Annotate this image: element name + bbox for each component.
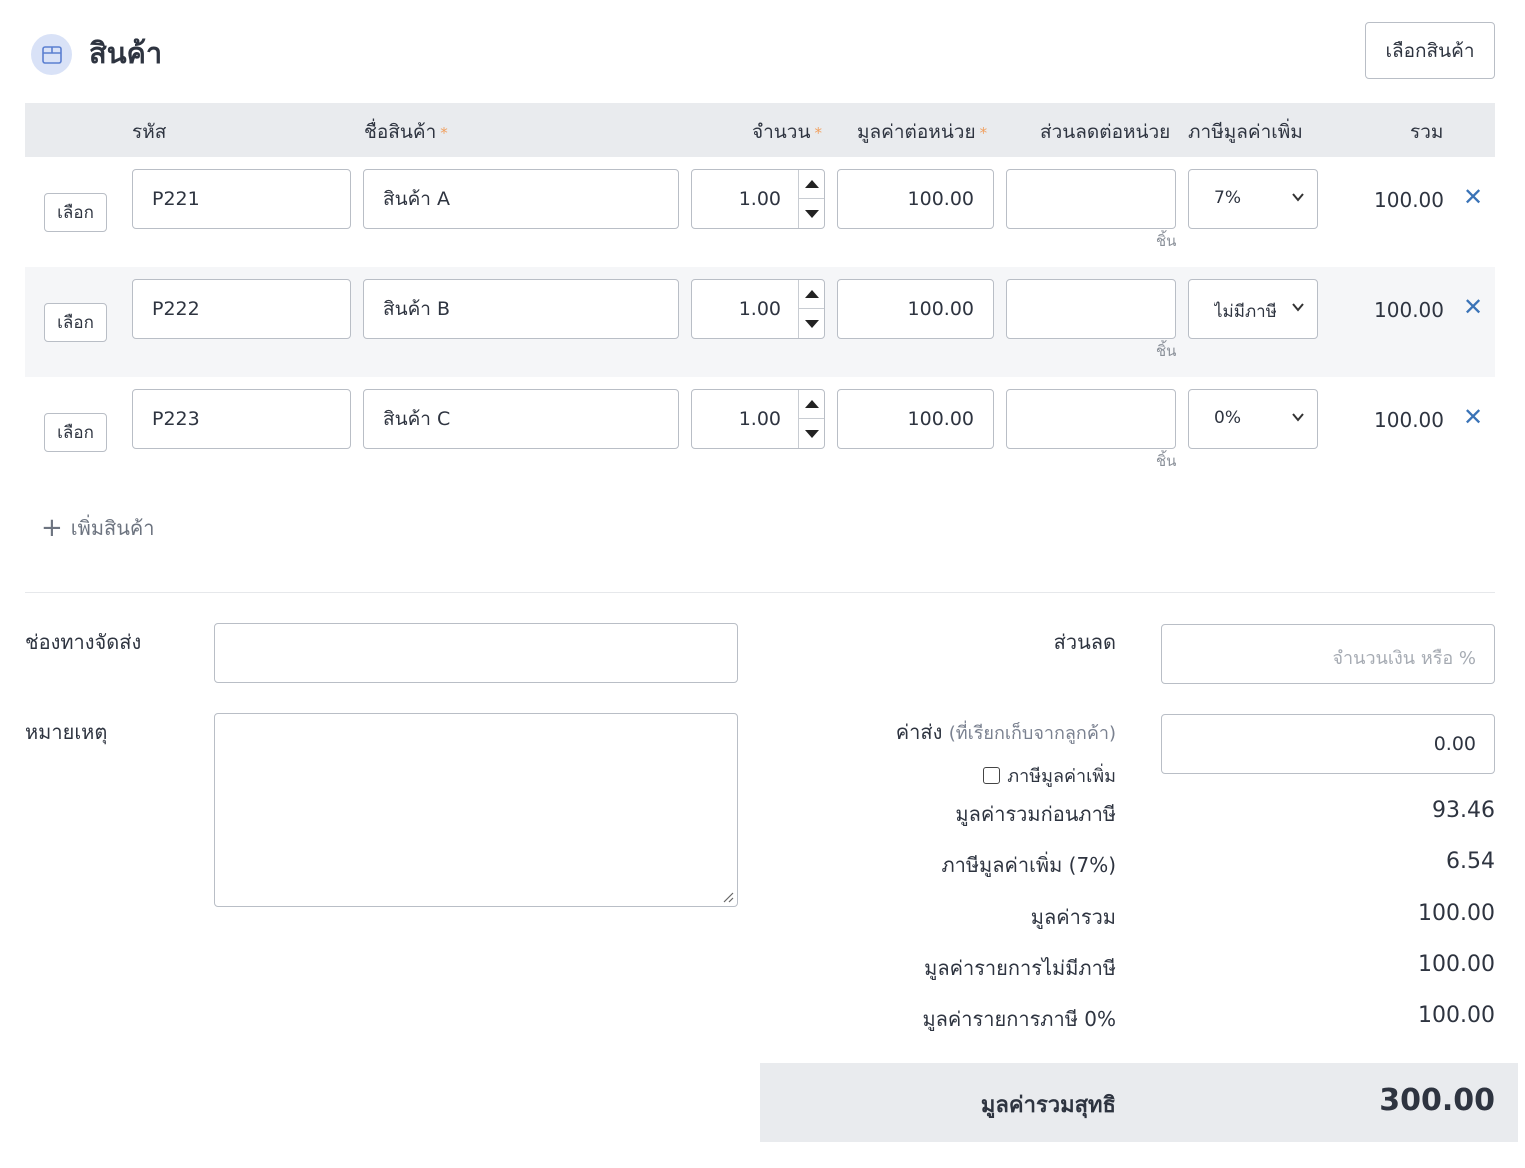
- column-name: ชื่อสินค้า *: [364, 121, 448, 143]
- shipping-fee-hint: (ที่เรียกเก็บจากลูกค้า): [948, 723, 1116, 744]
- remove-row-icon[interactable]: ✕: [1463, 293, 1483, 321]
- net-total-bar: มูลค่ารวมสุทธิ 300.00: [760, 1063, 1518, 1142]
- required-mark: *: [814, 124, 822, 142]
- unit-price-input[interactable]: 100.00: [837, 279, 994, 339]
- add-product-label: เพิ่มสินค้า: [70, 516, 155, 540]
- zero-vat-value: 100.00: [1418, 1003, 1495, 1028]
- note-label: หมายเหตุ: [25, 720, 108, 744]
- chevron-down-icon: [1292, 303, 1304, 312]
- pick-product-button[interactable]: เลือก: [44, 303, 107, 342]
- select-product-button[interactable]: เลือกสินค้า: [1365, 22, 1495, 79]
- pick-product-button[interactable]: เลือก: [44, 193, 107, 232]
- column-code: รหัส: [132, 121, 167, 143]
- product-section-icon: [31, 34, 72, 75]
- vat-select[interactable]: 7%: [1188, 169, 1318, 229]
- discount-field[interactable]: จำนวนเงิน หรือ %: [1161, 624, 1495, 684]
- column-vat: ภาษีมูลค่าเพิ่ม: [1188, 121, 1303, 143]
- table-row: เลือก P223 สินค้า C 1.00 100.00 ชิ้น 0% …: [25, 377, 1495, 487]
- row-total: 100.00: [1374, 298, 1444, 322]
- divider: [25, 592, 1495, 593]
- pre-tax-value: 93.46: [1432, 798, 1495, 823]
- discount-placeholder: จำนวนเงิน หรือ %: [1332, 648, 1476, 669]
- product-code-input[interactable]: P222: [132, 279, 351, 339]
- pick-product-button[interactable]: เลือก: [44, 413, 107, 452]
- row-total: 100.00: [1374, 408, 1444, 432]
- non-vat-value: 100.00: [1418, 952, 1495, 977]
- table-row: เลือก P222 สินค้า B 1.00 100.00 ชิ้น ไม่…: [25, 267, 1495, 377]
- increment-button[interactable]: [799, 390, 824, 419]
- vat-select[interactable]: 0%: [1188, 389, 1318, 449]
- total-label: มูลค่ารวม: [1030, 905, 1116, 929]
- decrement-button[interactable]: [799, 309, 824, 338]
- table-header: รหัส ชื่อสินค้า * จำนวน * มูลค่าต่อหน่วย * …: [25, 103, 1495, 157]
- required-mark: *: [979, 124, 988, 142]
- unit-price-input[interactable]: 100.00: [837, 389, 994, 449]
- section-title: สินค้า: [89, 36, 163, 70]
- unit-price-input[interactable]: 100.00: [837, 169, 994, 229]
- increment-button[interactable]: [799, 280, 824, 309]
- decrement-button[interactable]: [799, 419, 824, 448]
- discount-input[interactable]: [1006, 389, 1176, 449]
- quantity-stepper[interactable]: 1.00: [691, 389, 825, 449]
- unit-label: ชิ้น: [1156, 342, 1177, 360]
- zero-vat-label: มูลค่ารายการภาษี 0%: [922, 1007, 1116, 1031]
- pre-tax-label: มูลค่ารวมก่อนภาษี: [955, 802, 1116, 826]
- box-icon: [41, 45, 62, 64]
- checkbox-icon[interactable]: [983, 767, 1001, 784]
- product-name-input[interactable]: สินค้า C: [363, 389, 679, 449]
- unit-label: ชิ้น: [1156, 452, 1177, 470]
- vat-select[interactable]: ไม่มีภาษี: [1188, 279, 1318, 339]
- column-unit-price: มูลค่าต่อหน่วย *: [857, 121, 988, 143]
- shipping-vat-checkbox[interactable]: ภาษีมูลค่าเพิ่ม: [983, 761, 1116, 790]
- shipping-channel-label: ช่องทางจัดส่ง: [25, 630, 142, 654]
- product-code-input[interactable]: P223: [132, 389, 351, 449]
- increment-button[interactable]: [799, 170, 824, 199]
- product-name-input[interactable]: สินค้า B: [363, 279, 679, 339]
- product-name-input[interactable]: สินค้า A: [363, 169, 679, 229]
- shipping-fee-input[interactable]: 0.00: [1161, 714, 1495, 774]
- total-value: 100.00: [1418, 901, 1495, 926]
- discount-input[interactable]: [1006, 279, 1176, 339]
- discount-input[interactable]: [1006, 169, 1176, 229]
- table-row: เลือก P221 สินค้า A 1.00 100.00 ชิ้น 7% …: [25, 157, 1495, 267]
- column-qty: จำนวน *: [752, 121, 822, 143]
- add-product-button[interactable]: + เพิ่มสินค้า: [41, 512, 155, 544]
- required-mark: *: [440, 124, 448, 142]
- vat-value: 6.54: [1446, 849, 1495, 874]
- net-total-value: 300.00: [1379, 1083, 1495, 1118]
- product-code-input[interactable]: P221: [132, 169, 351, 229]
- shipping-channel-input[interactable]: [214, 623, 738, 683]
- quantity-stepper[interactable]: 1.00: [691, 279, 825, 339]
- non-vat-label: มูลค่ารายการไม่มีภาษี: [924, 956, 1116, 980]
- plus-icon: +: [41, 513, 63, 543]
- shipping-fee-label: ค่าส่ง (ที่เรียกเก็บจากลูกค้า): [895, 720, 1116, 744]
- column-discount: ส่วนลดต่อหน่วย: [1040, 121, 1171, 143]
- unit-label: ชิ้น: [1156, 232, 1177, 250]
- vat-label: ภาษีมูลค่าเพิ่ม (7%): [941, 853, 1116, 877]
- quantity-stepper[interactable]: 1.00: [691, 169, 825, 229]
- note-textarea[interactable]: [214, 713, 738, 907]
- remove-row-icon[interactable]: ✕: [1463, 403, 1483, 431]
- row-total: 100.00: [1374, 188, 1444, 212]
- chevron-down-icon: [1292, 413, 1304, 422]
- decrement-button[interactable]: [799, 199, 824, 228]
- discount-label: ส่วนลด: [1053, 630, 1116, 654]
- net-total-label: มูลค่ารวมสุทธิ: [980, 1093, 1116, 1118]
- remove-row-icon[interactable]: ✕: [1463, 183, 1483, 211]
- column-total: รวม: [1410, 121, 1444, 143]
- resize-handle-icon[interactable]: [722, 891, 734, 903]
- chevron-down-icon: [1292, 193, 1304, 202]
